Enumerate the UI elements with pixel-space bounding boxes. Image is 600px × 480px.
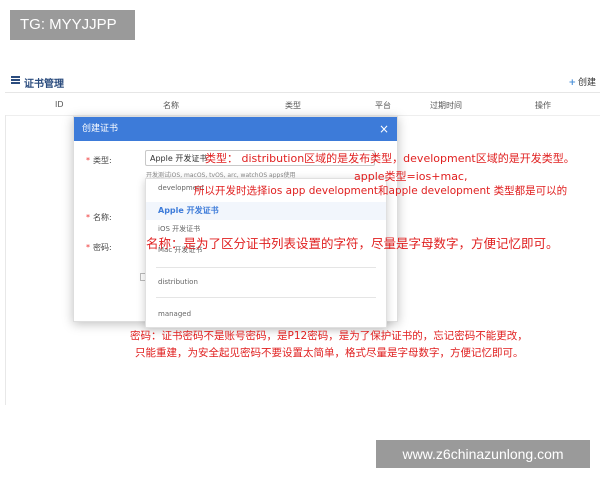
- annotation-dev: 所以开发时选择ios app development和apple develop…: [194, 185, 568, 197]
- page-title: 证书管理: [24, 79, 64, 90]
- column-header-platform: 平台: [375, 101, 391, 110]
- divider: [5, 115, 6, 405]
- type-dropdown: development Apple 开发证书 iOS 开发证书 Mac 开发证书…: [145, 178, 387, 328]
- type-label: * 类型:: [86, 156, 112, 165]
- create-button[interactable]: + 创建: [568, 75, 596, 88]
- annotation-name: 名称：是为了区分证书列表设置的字符，尽量是字母数字，方便记忆即可。: [146, 236, 559, 251]
- password-label: * 密码:: [86, 243, 112, 252]
- column-header-type: 类型: [285, 101, 301, 110]
- dropdown-separator: [156, 267, 376, 268]
- dropdown-separator: [156, 297, 376, 298]
- annotation-password-2: 只能重建，为安全起见密码不要设置太简单，格式尽量是字母数字，方便记忆即可。: [135, 347, 524, 359]
- menu-icon: [11, 76, 20, 84]
- name-label: * 名称:: [86, 213, 112, 222]
- column-header-expiry: 过期时间: [430, 101, 462, 110]
- modal-header: 创建证书 ×: [74, 117, 397, 141]
- column-header-name: 名称: [163, 101, 179, 110]
- site-watermark: www.z6chinazunlong.com: [376, 440, 590, 468]
- annotation-password-1: 密码：证书密码不是账号密码，是P12密码，是为了保护证书的，忘记密码不能更改，: [130, 330, 528, 342]
- column-header-id: ID: [55, 100, 64, 109]
- annotation-apple: apple类型=ios+mac,: [354, 170, 468, 183]
- annotation-type: 类型： distribution区域的是发布类型，development区域的是…: [205, 152, 575, 165]
- modal-title: 创建证书: [82, 124, 119, 134]
- dropdown-option-apple-dev[interactable]: Apple 开发证书: [146, 202, 386, 220]
- dropdown-group-managed: managed: [158, 310, 192, 318]
- create-button-label: 创建: [577, 78, 596, 88]
- dropdown-group-distribution: distribution: [158, 278, 198, 286]
- watermark-tag: TG: MYYJJPP: [10, 10, 135, 40]
- table-header: ID 名称 类型 平台 过期时间 操作: [5, 93, 600, 116]
- plus-icon: +: [568, 78, 576, 88]
- page-header: 证书管理 + 创建: [5, 72, 600, 93]
- column-header-actions: 操作: [535, 101, 551, 110]
- close-icon[interactable]: ×: [379, 117, 389, 141]
